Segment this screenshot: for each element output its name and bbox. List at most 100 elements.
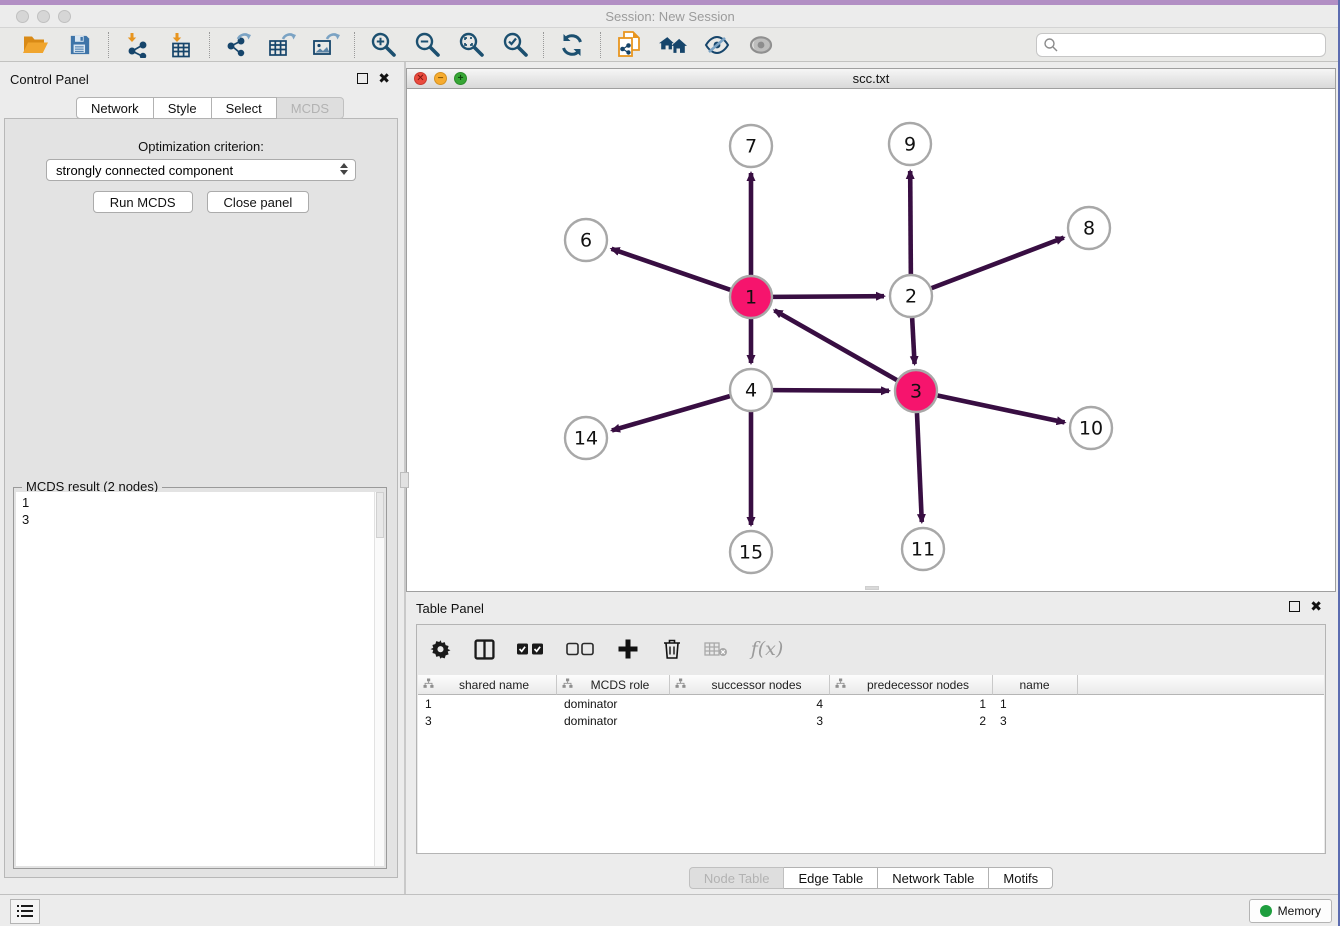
mcds-result-scrollbar[interactable] xyxy=(374,492,384,866)
graph-edge-2-9[interactable] xyxy=(910,171,911,274)
eye-slash-icon[interactable] xyxy=(703,31,731,59)
table-row-1[interactable]: 3dominator323 xyxy=(418,712,1324,729)
table-cell[interactable]: 1 xyxy=(418,695,557,712)
column-header-predecessor-nodes[interactable]: predecessor nodes xyxy=(830,675,993,695)
table-settings-icon[interactable] xyxy=(427,636,453,662)
zoom-fit-icon[interactable] xyxy=(457,31,485,59)
deselect-all-icon[interactable] xyxy=(565,636,597,662)
table-cell[interactable]: 3 xyxy=(418,712,557,729)
node-table: shared nameMCDS rolesuccessor nodesprede… xyxy=(418,675,1324,853)
graph-edge-4-3[interactable] xyxy=(773,390,889,391)
column-header-shared-name[interactable]: shared name xyxy=(418,675,557,695)
column-header-MCDS-role[interactable]: MCDS role xyxy=(557,675,670,695)
table-cell[interactable]: 2 xyxy=(830,712,993,729)
table-panel-title: Table Panel xyxy=(416,601,484,616)
float-panel-icon[interactable] xyxy=(357,73,368,84)
tab-mcds[interactable]: MCDS xyxy=(277,97,344,119)
table-cell[interactable]: dominator xyxy=(557,695,670,712)
import-network-icon[interactable] xyxy=(123,31,151,59)
import-table-icon[interactable] xyxy=(167,31,195,59)
status-bar: Memory xyxy=(0,894,1340,926)
show-column-icon[interactable] xyxy=(471,636,497,662)
table-tab-node-table[interactable]: Node Table xyxy=(689,867,785,889)
graph-node-label-8: 8 xyxy=(1083,218,1095,240)
table-row-0[interactable]: 1dominator411 xyxy=(418,695,1324,712)
export-table-icon[interactable] xyxy=(268,31,296,59)
mcds-result-text[interactable]: 1 3 xyxy=(16,492,374,866)
function-builder-icon: f(x) xyxy=(747,636,787,662)
graph-edge-3-11[interactable] xyxy=(917,413,922,522)
control-panel-title: Control Panel xyxy=(10,72,89,87)
graph-edge-3-1[interactable] xyxy=(774,310,896,380)
graph-edge-4-14[interactable] xyxy=(612,396,730,430)
main-toolbar xyxy=(0,28,1340,62)
network-window: ✕ − + scc.txt 7968124314101511 xyxy=(406,68,1336,592)
tab-network[interactable]: Network xyxy=(76,97,154,119)
mcds-result-fieldset: MCDS result (2 nodes) 1 3 xyxy=(13,487,387,869)
refresh-icon[interactable] xyxy=(558,31,586,59)
column-header-name[interactable]: name xyxy=(993,675,1078,695)
zoom-selected-icon[interactable] xyxy=(501,31,529,59)
graph-node-label-10: 10 xyxy=(1079,418,1103,440)
criterion-value: strongly connected component xyxy=(56,163,233,178)
task-history-button[interactable] xyxy=(10,899,40,924)
optimization-criterion-label: Optimization criterion: xyxy=(5,139,397,154)
graph-edge-3-10[interactable] xyxy=(938,396,1065,423)
table-cell[interactable]: 3 xyxy=(993,712,1078,729)
table-cell[interactable]: 1 xyxy=(993,695,1078,712)
control-panel-tabs: NetworkStyleSelectMCDS xyxy=(76,97,344,119)
export-network-icon[interactable] xyxy=(224,31,252,59)
close-panel-button[interactable]: Close panel xyxy=(207,191,310,213)
network-canvas[interactable]: 7968124314101511 xyxy=(407,89,1335,591)
float-table-panel-icon[interactable] xyxy=(1289,601,1300,612)
mcds-panel-body: Optimization criterion: strongly connect… xyxy=(4,118,398,878)
open-session-icon[interactable] xyxy=(22,31,50,59)
table-cell[interactable]: 1 xyxy=(830,695,993,712)
tab-style[interactable]: Style xyxy=(154,97,212,119)
graph-edge-1-2[interactable] xyxy=(773,296,884,297)
network-window-titlebar[interactable]: ✕ − + scc.txt xyxy=(407,69,1335,89)
canvas-resize-grip[interactable] xyxy=(865,586,879,590)
graph-edge-1-6[interactable] xyxy=(612,249,731,290)
table-cell[interactable]: 4 xyxy=(670,695,830,712)
splitter-handle[interactable] xyxy=(400,472,409,488)
run-mcds-button[interactable]: Run MCDS xyxy=(93,191,193,213)
graph-node-label-3: 3 xyxy=(910,381,922,403)
add-row-icon[interactable] xyxy=(615,636,641,662)
graph-node-label-11: 11 xyxy=(911,539,935,561)
table-panel-inner: f(x) shared nameMCDS rolesuccessor nodes… xyxy=(416,624,1326,854)
search-input[interactable] xyxy=(1036,33,1326,57)
close-panel-icon[interactable]: ✖ xyxy=(378,73,390,84)
graph-edge-2-8[interactable] xyxy=(932,238,1064,289)
table-tab-edge-table[interactable]: Edge Table xyxy=(784,867,878,889)
select-stepper-icon xyxy=(340,163,348,175)
criterion-select[interactable]: strongly connected component xyxy=(46,159,356,181)
tab-select[interactable]: Select xyxy=(212,97,277,119)
graph-node-label-4: 4 xyxy=(745,380,757,402)
export-image-icon[interactable] xyxy=(312,31,340,59)
eye-icon[interactable] xyxy=(747,31,775,59)
table-tabs: Node TableEdge TableNetwork TableMotifs xyxy=(406,867,1336,889)
memory-label: Memory xyxy=(1278,904,1321,918)
save-session-icon[interactable] xyxy=(66,31,94,59)
column-header-successor-nodes[interactable]: successor nodes xyxy=(670,675,830,695)
delete-row-icon[interactable] xyxy=(659,636,685,662)
table-tab-motifs[interactable]: Motifs xyxy=(989,867,1053,889)
delete-table-icon xyxy=(703,636,729,662)
table-tab-network-table[interactable]: Network Table xyxy=(878,867,989,889)
select-all-icon[interactable] xyxy=(515,636,547,662)
table-cell[interactable]: dominator xyxy=(557,712,670,729)
graph-node-label-14: 14 xyxy=(574,428,598,450)
graph-node-label-15: 15 xyxy=(739,542,763,564)
graph-node-label-1: 1 xyxy=(745,287,757,309)
close-table-panel-icon[interactable]: ✖ xyxy=(1310,601,1322,612)
control-panel: Control Panel ✖ NetworkStyleSelectMCDS O… xyxy=(0,62,404,894)
desktop-top-strip xyxy=(0,0,1340,5)
duplicate-network-icon[interactable] xyxy=(615,31,643,59)
home-layout-icon[interactable] xyxy=(659,31,687,59)
memory-button[interactable]: Memory xyxy=(1249,899,1332,923)
graph-edge-2-3[interactable] xyxy=(912,318,914,364)
zoom-in-icon[interactable] xyxy=(369,31,397,59)
table-cell[interactable]: 3 xyxy=(670,712,830,729)
zoom-out-icon[interactable] xyxy=(413,31,441,59)
